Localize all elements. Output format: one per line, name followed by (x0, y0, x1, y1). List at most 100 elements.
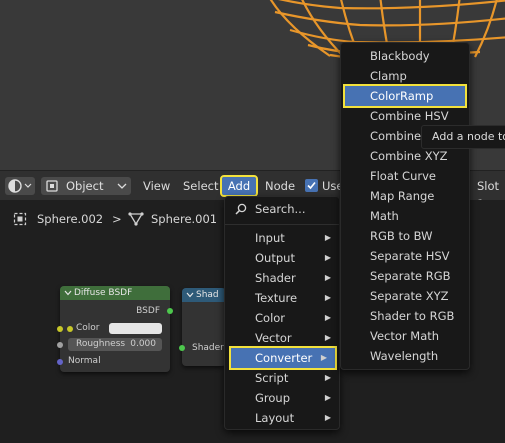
converter-item-separate-hsv[interactable]: Separate HSV (341, 246, 469, 266)
search-label: Search... (255, 202, 306, 216)
submenu-arrow-icon: ▶ (324, 373, 331, 382)
add-menu-item-input[interactable]: Input ▶ (225, 228, 339, 248)
normal-socket[interactable] (57, 359, 63, 365)
shader-input-label: Shader (192, 343, 224, 353)
collapse-chevron-icon[interactable] (186, 292, 194, 298)
add-menu-item-vector[interactable]: Vector ▶ (225, 328, 339, 348)
use-nodes-checkbox[interactable] (305, 179, 318, 192)
menu-item-label: RGB to BW (370, 229, 433, 243)
menu-item-label: Clamp (370, 69, 407, 83)
search-icon (235, 203, 247, 215)
search-menu-item[interactable]: Search... (225, 199, 339, 219)
add-menu-item-texture[interactable]: Texture ▶ (225, 288, 339, 308)
slot-dropdown[interactable]: Slot 1 (477, 177, 505, 211)
editor-type-dropdown[interactable] (5, 177, 35, 195)
collapse-chevron-icon[interactable] (64, 290, 72, 296)
converter-item-vector-math[interactable]: Vector Math (341, 326, 469, 346)
menu-item-label: Combine I (370, 129, 429, 143)
add-menu-item-color[interactable]: Color ▶ (225, 308, 339, 328)
menu-item-label: Input (255, 231, 285, 245)
add-menu-item-group[interactable]: Group ▶ (225, 388, 339, 408)
normal-input-label: Normal (68, 356, 101, 366)
tooltip: Add a node to t (421, 125, 505, 149)
menu-item-label: Separate RGB (370, 269, 451, 283)
menu-item-label: Group (255, 391, 291, 405)
converter-item-clamp[interactable]: Clamp (341, 66, 469, 86)
breadcrumb-mesh: Sphere.001 (151, 212, 218, 226)
roughness-label: Roughness (76, 339, 126, 349)
converter-item-blackbody[interactable]: Blackbody (341, 46, 469, 66)
roughness-slider[interactable]: Roughness 0.000 (68, 338, 162, 351)
converter-item-separate-xyz[interactable]: Separate XYZ (341, 286, 469, 306)
converter-item-separate-rgb[interactable]: Separate RGB (341, 266, 469, 286)
shader-type-label: Object (66, 179, 104, 193)
menu-view[interactable]: View (143, 177, 170, 195)
material-output-node[interactable]: Shad Shader (182, 288, 226, 366)
menu-item-label: Output (255, 251, 295, 265)
menu-item-label: Vector Math (370, 329, 440, 343)
menu-item-label: Converter (255, 351, 313, 365)
submenu-arrow-icon: ▶ (324, 253, 331, 262)
add-menu-item-shader[interactable]: Shader ▶ (225, 268, 339, 288)
roughness-value: 0.000 (130, 339, 156, 349)
menu-select[interactable]: Select (183, 177, 218, 195)
submenu-arrow-icon: ▶ (324, 313, 331, 322)
add-menu-item-output[interactable]: Output ▶ (225, 248, 339, 268)
diffuse-node-header[interactable]: Diffuse BSDF (60, 286, 170, 300)
menu-item-label: Layout (255, 411, 295, 425)
bsdf-output-socket[interactable] (167, 308, 173, 314)
diffuse-bsdf-node[interactable]: Diffuse BSDF BSDF Color Roughness 0.000 … (60, 286, 170, 372)
mesh-icon (128, 212, 144, 226)
menu-item-label: Blackbody (370, 49, 430, 63)
converter-item-combine-hsv[interactable]: Combine HSV (341, 106, 469, 126)
color-swatch[interactable] (109, 323, 162, 334)
submenu-arrow-icon: ▶ (324, 413, 331, 422)
shader-type-dropdown[interactable]: Object (41, 177, 131, 195)
add-menu: Search... Input ▶ Output ▶ Shader ▶ Texture ▶ Co… (224, 196, 340, 430)
converter-item-map-range[interactable]: Map Range (341, 186, 469, 206)
menu-item-label: Combine XYZ (370, 149, 448, 163)
color-socket[interactable] (57, 326, 63, 332)
submenu-arrow-icon: ▶ (324, 233, 331, 242)
menu-divider (225, 224, 339, 225)
node-editor-icon (8, 179, 32, 193)
menu-item-label: Float Curve (370, 169, 436, 183)
converter-item-colorramp[interactable]: ColorRamp (343, 84, 467, 108)
submenu-arrow-icon: ▶ (324, 333, 331, 342)
menu-item-label: Vector (255, 331, 292, 345)
menu-item-label: Texture (255, 291, 298, 305)
menu-item-label: Map Range (370, 189, 435, 203)
converter-item-float-curve[interactable]: Float Curve (341, 166, 469, 186)
converter-item-wavelength[interactable]: Wavelength (341, 346, 469, 366)
menu-node[interactable]: Node (265, 177, 295, 195)
menu-item-label: Wavelength (370, 349, 439, 363)
menu-item-label: ColorRamp (370, 89, 434, 103)
submenu-arrow-icon: ▶ (324, 393, 331, 402)
add-menu-item-converter[interactable]: Converter ▶ (229, 346, 337, 370)
menu-item-label: Color (255, 311, 286, 325)
object-icon (13, 212, 27, 226)
output-node-header[interactable]: Shad (182, 288, 226, 302)
menu-add[interactable]: Add (220, 175, 258, 197)
add-menu-item-layout[interactable]: Layout ▶ (225, 408, 339, 428)
breadcrumb-separator: > (112, 212, 122, 226)
output-node-title: Shad (196, 290, 219, 300)
converter-item-combine-xyz[interactable]: Combine XYZ (341, 146, 469, 166)
menu-item-label: Shader (255, 271, 296, 285)
add-menu-item-script[interactable]: Script ▶ (225, 368, 339, 388)
diffuse-node-title: Diffuse BSDF (74, 288, 133, 298)
submenu-arrow-icon: ▶ (320, 353, 327, 362)
menu-item-label: Separate HSV (370, 249, 450, 263)
converter-item-rgb-to-bw[interactable]: RGB to BW (341, 226, 469, 246)
menu-item-label: Shader to RGB (370, 309, 455, 323)
bsdf-output-label: BSDF (136, 306, 160, 316)
converter-item-shader-to-rgb[interactable]: Shader to RGB (341, 306, 469, 326)
shader-input-socket[interactable] (179, 345, 185, 351)
menu-item-label: Separate XYZ (370, 289, 449, 303)
submenu-arrow-icon: ▶ (324, 273, 331, 282)
menu-item-label: Math (370, 209, 399, 223)
roughness-socket[interactable] (57, 342, 63, 348)
menu-item-label: Script (255, 371, 289, 385)
converter-item-math[interactable]: Math (341, 206, 469, 226)
menu-item-label: Combine HSV (370, 109, 449, 123)
